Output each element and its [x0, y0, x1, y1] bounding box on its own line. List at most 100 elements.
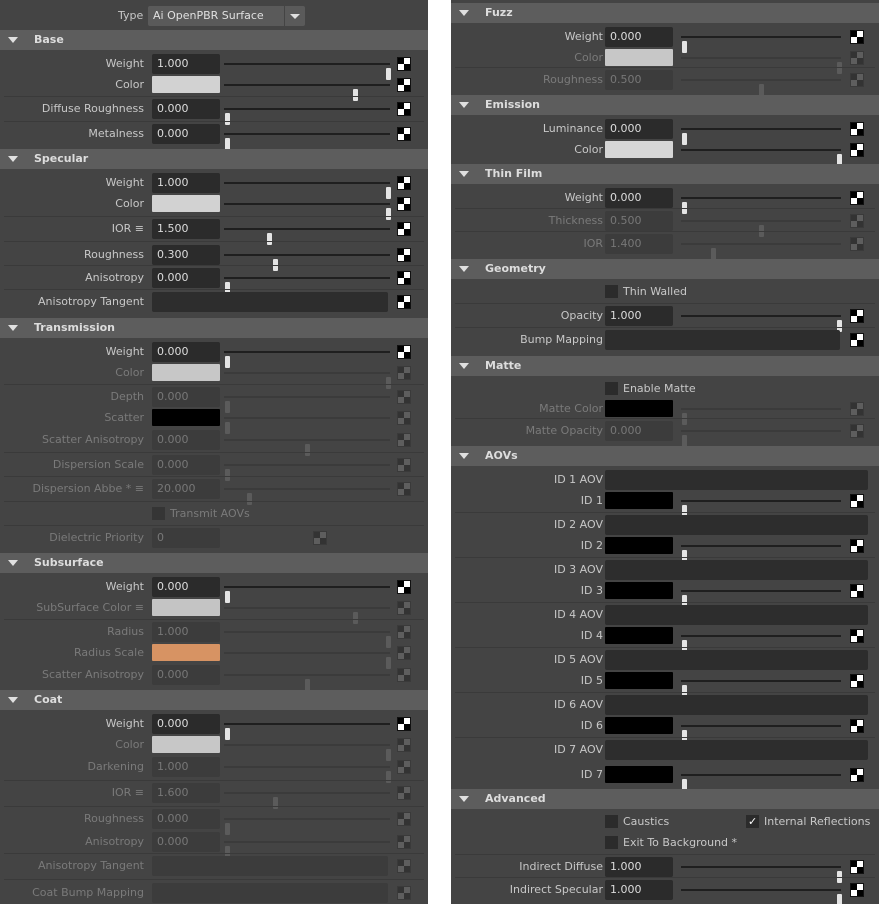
- map-button-checker-icon[interactable]: [397, 390, 411, 404]
- slider-track[interactable]: [224, 133, 390, 150]
- color-swatch[interactable]: [152, 195, 220, 212]
- map-button-checker-icon[interactable]: [397, 482, 411, 496]
- text-field[interactable]: [152, 292, 388, 312]
- section-header-base[interactable]: Base: [0, 30, 428, 50]
- value-field[interactable]: 0.000: [152, 268, 220, 288]
- checkbox-enable-matte[interactable]: [605, 382, 618, 395]
- slider-track[interactable]: [681, 866, 842, 883]
- value-field[interactable]: 1.600: [152, 783, 220, 803]
- map-button-checker-icon[interactable]: [397, 271, 411, 285]
- slider-track[interactable]: [224, 631, 391, 648]
- slider-track[interactable]: [681, 680, 841, 697]
- color-swatch[interactable]: [605, 627, 673, 644]
- section-header-emission[interactable]: Emission: [451, 95, 879, 115]
- value-field[interactable]: 0.000: [152, 342, 220, 362]
- value-field[interactable]: 0.500: [605, 211, 673, 231]
- slider-track[interactable]: [681, 128, 841, 145]
- map-button-checker-icon[interactable]: [397, 176, 411, 190]
- map-button-checker-icon[interactable]: [397, 601, 411, 615]
- text-field[interactable]: [605, 650, 868, 670]
- slider-track[interactable]: [224, 464, 390, 481]
- slider-track[interactable]: [224, 586, 390, 603]
- map-button-checker-icon[interactable]: [850, 122, 864, 136]
- slider-track[interactable]: [224, 766, 391, 783]
- text-field[interactable]: [152, 856, 388, 876]
- map-button-checker-icon[interactable]: [850, 402, 864, 416]
- color-swatch[interactable]: [152, 599, 220, 616]
- map-button-checker-icon[interactable]: [397, 197, 411, 211]
- map-button-checker-icon[interactable]: [397, 886, 411, 900]
- slider-track[interactable]: [224, 203, 391, 220]
- checkbox-exit-to-background[interactable]: [605, 836, 618, 849]
- map-button-checker-icon[interactable]: [850, 768, 864, 782]
- slider-track[interactable]: [224, 652, 391, 669]
- slider-track[interactable]: [224, 396, 390, 413]
- map-button-checker-icon[interactable]: [397, 738, 411, 752]
- slider-track[interactable]: [681, 774, 841, 791]
- section-header-transmission[interactable]: Transmission: [0, 318, 428, 338]
- triangle-down-icon[interactable]: [459, 363, 469, 369]
- value-field[interactable]: 1.500: [152, 219, 220, 239]
- map-button-checker-icon[interactable]: [850, 860, 864, 874]
- value-field[interactable]: 0.000: [605, 27, 673, 47]
- value-field[interactable]: 0.000: [152, 832, 220, 852]
- map-button-checker-icon[interactable]: [850, 191, 864, 205]
- map-button-checker-icon[interactable]: [313, 531, 327, 545]
- map-button-checker-icon[interactable]: [850, 629, 864, 643]
- map-button-checker-icon[interactable]: [850, 309, 864, 323]
- slider-track[interactable]: [224, 818, 390, 835]
- slider-track[interactable]: [224, 841, 390, 858]
- color-swatch[interactable]: [605, 717, 673, 734]
- slider-track[interactable]: [681, 36, 841, 53]
- checkbox-thin-walled[interactable]: [605, 285, 618, 298]
- map-button-checker-icon[interactable]: [850, 424, 864, 438]
- value-field[interactable]: 0: [152, 528, 220, 548]
- color-swatch[interactable]: [152, 364, 220, 381]
- color-swatch[interactable]: [605, 492, 673, 509]
- map-button-checker-icon[interactable]: [850, 214, 864, 228]
- section-header-subsurface[interactable]: Subsurface: [0, 553, 428, 573]
- section-header-thin-film[interactable]: Thin Film: [451, 164, 879, 184]
- slider-track[interactable]: [224, 417, 390, 434]
- slider-track[interactable]: [681, 725, 841, 742]
- slider-track[interactable]: [224, 372, 391, 389]
- map-button-checker-icon[interactable]: [850, 30, 864, 44]
- section-header-fuzz[interactable]: Fuzz: [451, 3, 879, 23]
- map-button-checker-icon[interactable]: [850, 719, 864, 733]
- checkbox-internal-reflections[interactable]: ✓: [746, 815, 759, 828]
- value-field[interactable]: 0.300: [152, 245, 220, 265]
- value-field[interactable]: 0.000: [152, 455, 220, 475]
- slider-track[interactable]: [681, 590, 841, 607]
- slider-track[interactable]: [224, 744, 391, 761]
- color-swatch[interactable]: [605, 141, 673, 158]
- value-field[interactable]: 1.000: [152, 757, 220, 777]
- map-button-checker-icon[interactable]: [850, 333, 864, 347]
- text-field[interactable]: [605, 470, 868, 490]
- map-button-checker-icon[interactable]: [850, 883, 864, 897]
- triangle-down-icon[interactable]: [459, 102, 469, 108]
- map-button-checker-icon[interactable]: [397, 57, 411, 71]
- map-button-checker-icon[interactable]: [397, 625, 411, 639]
- value-field[interactable]: 0.000: [605, 188, 673, 208]
- slider-track[interactable]: [681, 315, 842, 332]
- map-button-checker-icon[interactable]: [397, 411, 411, 425]
- slider-track[interactable]: [224, 228, 390, 245]
- map-button-checker-icon[interactable]: [850, 674, 864, 688]
- triangle-down-icon[interactable]: [8, 560, 18, 566]
- slider-track[interactable]: [681, 408, 841, 425]
- slider-track[interactable]: [224, 792, 390, 809]
- value-field[interactable]: 1.000: [152, 622, 220, 642]
- value-field[interactable]: 0.000: [152, 714, 220, 734]
- section-header-advanced[interactable]: Advanced: [451, 789, 879, 809]
- slider-track[interactable]: [224, 277, 390, 294]
- slider-track[interactable]: [224, 488, 390, 505]
- text-field[interactable]: [605, 515, 868, 535]
- chevron-down-icon[interactable]: [284, 6, 305, 26]
- map-button-checker-icon[interactable]: [397, 760, 411, 774]
- triangle-down-icon[interactable]: [8, 156, 18, 162]
- color-swatch[interactable]: [605, 537, 673, 554]
- slider-track[interactable]: [681, 635, 841, 652]
- map-button-checker-icon[interactable]: [850, 584, 864, 598]
- value-field[interactable]: 1.400: [605, 234, 673, 254]
- color-swatch[interactable]: [605, 766, 673, 783]
